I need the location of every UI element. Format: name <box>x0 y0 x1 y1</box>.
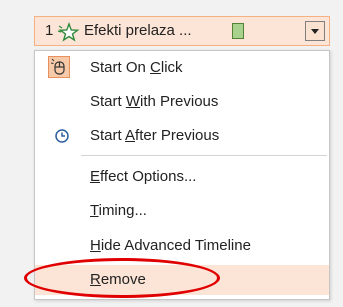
effect-star-icon <box>57 21 81 47</box>
animation-effect-item[interactable]: 1 Efekti prelaza ... <box>34 16 330 46</box>
effect-dropdown-button[interactable] <box>305 21 325 41</box>
menu-item-start-on-click[interactable]: Start On Click <box>35 53 329 83</box>
effect-order-number: 1 <box>45 22 54 39</box>
menu-item-start-after-previous[interactable]: Start After Previous <box>35 121 329 151</box>
menu-item-label: Hide Advanced Timeline <box>90 237 251 254</box>
effect-timeline-bar[interactable] <box>232 23 244 39</box>
chevron-down-icon <box>311 29 319 34</box>
menu-item-timing[interactable]: Timing... <box>35 196 329 226</box>
menu-item-label: Start On Click <box>90 59 183 76</box>
menu-separator <box>81 155 327 156</box>
menu-item-label: Start After Previous <box>90 127 220 144</box>
effect-name: Efekti prelaza ... <box>84 22 192 39</box>
menu-item-label: Start With Previous <box>90 93 219 110</box>
menu-item-remove[interactable]: Remove <box>35 265 329 295</box>
menu-item-label: Timing... <box>90 202 147 219</box>
menu-item-hide-advanced-timeline[interactable]: Hide Advanced Timeline <box>35 231 329 261</box>
effect-context-menu: Start On Click Start With Previous Start… <box>34 50 330 300</box>
mouse-click-icon <box>48 56 70 78</box>
menu-item-start-with-previous[interactable]: Start With Previous <box>35 87 329 117</box>
menu-item-effect-options[interactable]: Effect Options... <box>35 162 329 192</box>
menu-item-label: Effect Options... <box>90 168 197 185</box>
menu-item-label: Remove <box>90 271 146 288</box>
clock-icon <box>53 127 71 145</box>
